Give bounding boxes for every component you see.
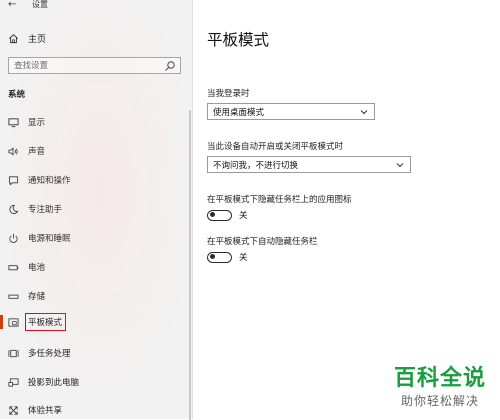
watermark-line2: 助你轻松解决 [400,394,479,408]
sidebar-item-display[interactable]: 显示 [8,114,178,130]
watermark-line1: 百科全说 [393,366,486,391]
multitask-icon [8,348,19,359]
sidebar-item-power-sleep[interactable]: 电源和睡眠 [8,230,178,246]
sidebar-item-label: 通知和操作 [28,176,71,186]
main-panel: 平板模式 当我登录时 使用桌面模式 当此设备自动开启或关闭平板模式时 不询问我，… [193,0,500,419]
sidebar-item-label: 显示 [28,118,46,128]
toggle-knob [210,254,215,259]
sidebar-item-multitasking[interactable]: 多任务处理 [8,345,178,361]
speaker-icon [8,146,19,157]
search-icon[interactable] [164,60,176,72]
home-label: 主页 [28,34,47,45]
project-icon [8,377,19,388]
sidebar-item-project-to-pc[interactable]: 投影到此电脑 [8,374,178,390]
sidebar-item-label: 专注助手 [28,205,63,215]
sidebar-item-label: 电池 [28,263,46,273]
share-icon [8,405,19,416]
sidebar-item-tablet-mode[interactable]: 平板模式 [8,313,178,331]
hide-taskbar-state: 关 [239,253,248,263]
search-box[interactable] [8,57,181,74]
autoswitch-dropdown[interactable]: 不询问我，不进行切换 [207,156,411,173]
hide-icons-state: 关 [239,211,248,221]
tablet-icon [8,317,19,328]
autoswitch-value: 不询问我，不进行切换 [213,160,299,171]
signin-label: 当我登录时 [207,89,250,99]
sidebar-item-label: 多任务处理 [28,349,71,359]
section-label-system: 系统 [8,90,26,100]
back-arrow-icon[interactable]: ← [8,0,22,10]
hide-taskbar-toggle[interactable] [207,251,232,263]
sidebar-item-storage[interactable]: 存储 [8,288,178,304]
sidebar-item-focus-assist[interactable]: 专注助手 [8,201,178,217]
toggle-knob [210,212,215,217]
sidebar-item-battery[interactable]: 电池 [8,259,178,275]
autoswitch-label: 当此设备自动开启或关闭平板模式时 [207,142,344,152]
hide-icons-label: 在平板模式下隐藏任务栏上的应用图标 [207,195,352,205]
chevron-down-icon [360,109,368,114]
sidebar-scrollbar[interactable] [189,110,191,420]
monitor-icon [8,117,19,128]
chevron-down-icon [396,162,404,167]
hide-taskbar-label: 在平板模式下自动隐藏任务栏 [207,237,318,247]
sidebar-item-label: 电源和睡眠 [28,234,71,244]
home-nav-item[interactable]: 主页 [8,31,46,45]
window-title: 设置 [32,0,48,9]
sidebar-item-label: 声音 [28,147,46,157]
sidebar-item-label: 投影到此电脑 [28,378,80,388]
battery-icon [8,262,19,273]
sidebar-item-label: 体验共享 [28,406,63,416]
title-bar: ← 设置 [8,0,48,12]
sidebar-item-shared-experiences[interactable]: 体验共享 [8,402,178,418]
sidebar: ← 设置 主页 系统 显示 声音 通知和操作 [0,0,193,420]
sidebar-item-notifications[interactable]: 通知和操作 [8,172,178,188]
hide-icons-toggle[interactable] [207,209,232,221]
signin-dropdown[interactable]: 使用桌面模式 [207,103,375,120]
selected-indicator [0,315,3,329]
moon-icon [8,204,19,215]
sidebar-item-sound[interactable]: 声音 [8,143,178,159]
watermark-logo: 百科全说 助你轻松解决 [394,366,486,409]
signin-value: 使用桌面模式 [213,107,265,118]
home-icon [9,33,18,43]
hide-icons-toggle-row: 关 [207,209,248,221]
search-input[interactable] [9,60,164,71]
hide-taskbar-toggle-row: 关 [207,251,248,263]
sidebar-item-label: 存储 [28,292,46,302]
power-icon [8,233,19,244]
notification-icon [8,175,19,186]
page-title: 平板模式 [207,31,270,49]
sidebar-item-label: 平板模式 [25,313,67,331]
storage-icon [8,291,19,302]
